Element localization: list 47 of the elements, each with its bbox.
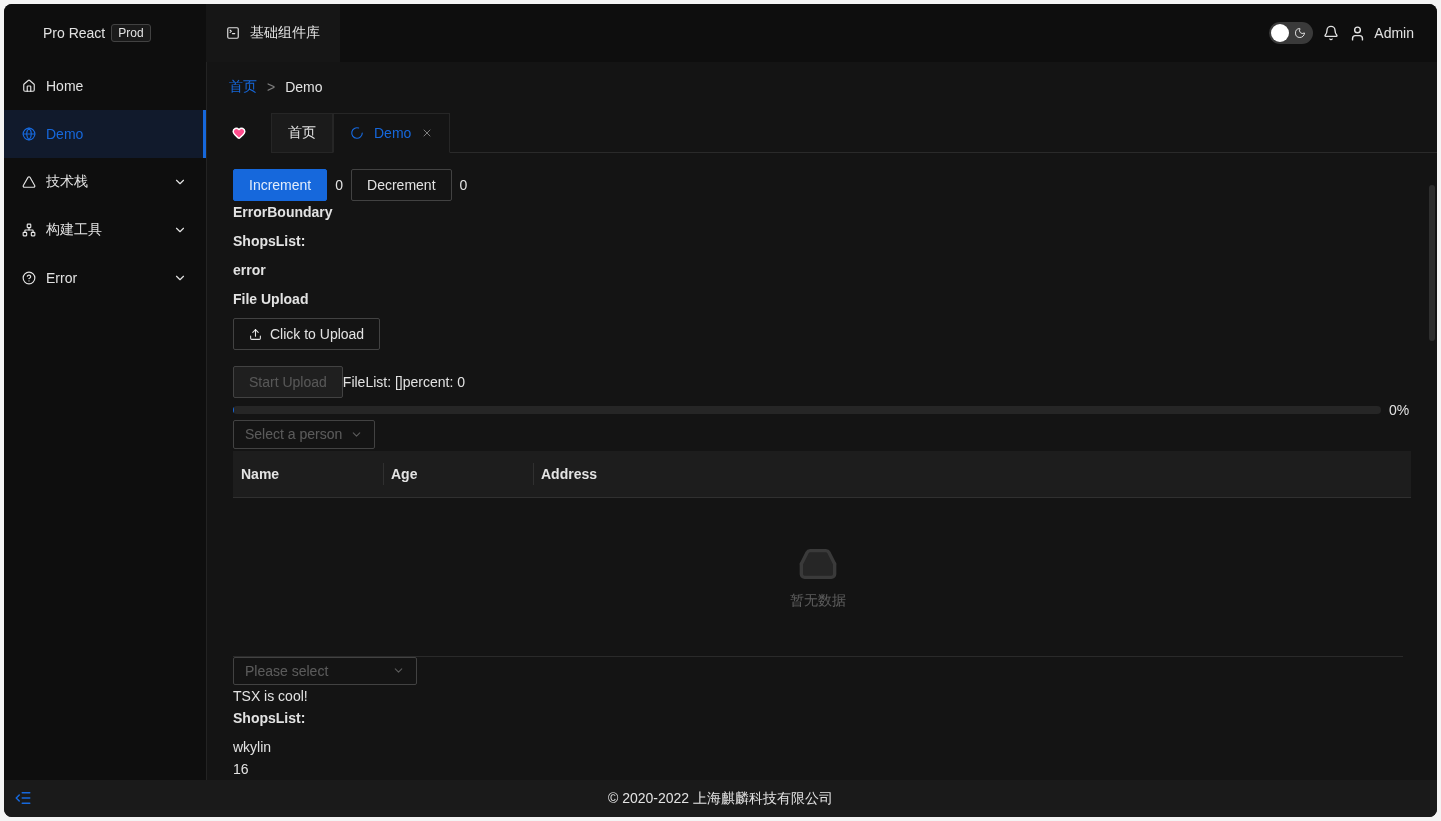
user-name[interactable]: Admin	[1374, 25, 1414, 41]
top-nav-tab[interactable]: 基础组件库	[206, 4, 340, 62]
text-label: wkylin	[233, 738, 272, 757]
triangle-icon	[22, 175, 36, 189]
hierarchy-icon	[22, 223, 36, 237]
breadcrumb-link[interactable]: 首页	[229, 78, 257, 96]
breadcrumb-separator: >	[267, 79, 276, 95]
scrollbar-thumb[interactable]	[1429, 185, 1435, 341]
copyright-text: © 2020-2022 上海麒麟科技有限公司	[607, 789, 833, 808]
text-label: ShopsList:	[233, 709, 306, 728]
loading-icon	[350, 126, 364, 140]
heart-icon	[232, 126, 246, 140]
bell-icon[interactable]	[1323, 25, 1340, 41]
column-header: Name	[240, 464, 281, 484]
collapse-menu-icon[interactable]	[14, 789, 32, 807]
text-label: ErrorBoundary	[233, 203, 333, 222]
text-label: error	[233, 261, 266, 280]
counter-value: 0	[459, 177, 468, 193]
empty-text: 暂无数据	[790, 591, 846, 610]
progress-percent: 0%	[1389, 402, 1411, 418]
sidebar-item[interactable]: Error	[4, 254, 206, 302]
counter-value: 0	[335, 177, 344, 193]
sidebar-item[interactable]: 构建工具	[4, 206, 206, 254]
increment-button[interactable]: Increment	[233, 169, 328, 201]
environment-tag: Prod	[111, 24, 151, 42]
sidebar-item[interactable]: Home	[4, 62, 206, 110]
text-label: ShopsList:	[233, 232, 306, 251]
terminal-icon	[226, 26, 240, 40]
breadcrumb-current: Demo	[285, 79, 323, 95]
moon-icon	[1294, 27, 1307, 39]
decrement-button[interactable]: Decrement	[351, 169, 452, 201]
page-tab[interactable]: Demo	[333, 113, 451, 153]
help-icon	[22, 271, 36, 285]
column-header: Age	[383, 462, 533, 485]
theme-switch[interactable]	[1269, 22, 1314, 44]
upload-status: FileList: []percent: 0	[342, 374, 465, 390]
page-tab[interactable]: 首页	[271, 113, 333, 153]
text-label: File Upload	[233, 290, 309, 309]
upload-icon	[249, 327, 262, 341]
text-label: 16	[233, 760, 249, 779]
sidebar-item[interactable]: 技术栈	[4, 158, 206, 206]
column-header: Address	[533, 462, 1411, 485]
app-title: Pro React	[43, 25, 106, 41]
globe-icon	[22, 127, 36, 141]
home-icon	[22, 79, 36, 93]
text-label: TSX is cool!	[233, 687, 308, 706]
upload-button[interactable]: Click to Upload	[233, 318, 381, 350]
